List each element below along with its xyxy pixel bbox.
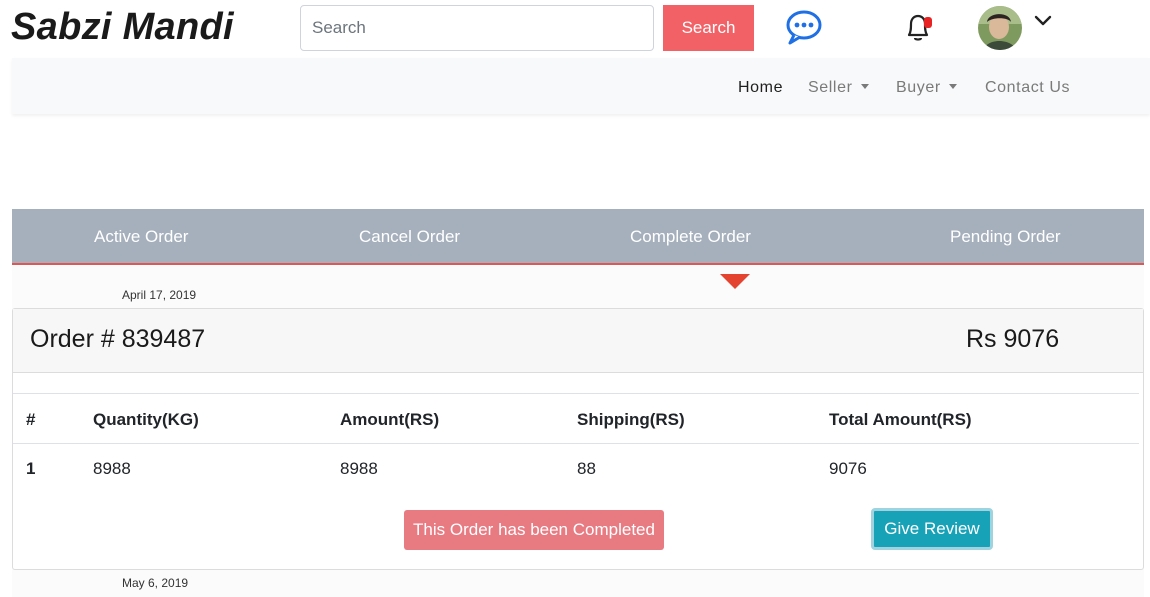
tab-active-order[interactable]: Active Order [94,227,188,247]
nav-buyer-label: Buyer [896,79,941,96]
table-header-border [13,443,1139,444]
tab-cancel-order[interactable]: Cancel Order [359,227,460,247]
active-tab-pointer [720,274,750,289]
search-input[interactable] [300,5,654,51]
column-header: # [26,410,36,429]
bell-icon[interactable] [900,12,936,44]
order-tabs: Active Order Cancel Order Complete Order… [12,209,1144,265]
nav-home-label: Home [738,79,784,96]
table-top-border [13,393,1139,394]
order-date: April 17, 2019 [122,288,197,302]
chat-bubble-icon[interactable] [784,9,824,45]
brand-logo[interactable]: Sabzi Mandi [11,6,234,49]
nav-contact-us[interactable]: Contact Us [985,79,1070,97]
search-button[interactable]: Search [663,5,754,51]
order-completed-status-button[interactable]: This Order has been Completed [404,510,664,550]
order-total: Rs 9076 [966,325,1060,353]
column-header: Amount(RS) [340,410,440,429]
table-cell-amount: 8988 [340,459,378,478]
chevron-down-icon[interactable] [1032,13,1054,29]
order-number: Order # 839487 [30,325,206,353]
nav-home[interactable]: Home [738,79,783,97]
table-cell-index: 1 [26,459,36,478]
caret-down-icon [948,84,957,89]
table-cell-quantity: 8988 [93,459,131,478]
column-header: Total Amount(RS) [829,410,972,429]
nav-seller-dropdown[interactable]: Seller [808,79,869,97]
table-cell-total: 9076 [829,459,867,478]
give-review-button[interactable]: Give Review [871,508,993,550]
nav-seller-label: Seller [808,79,853,96]
tab-pending-order[interactable]: Pending Order [950,227,1061,247]
caret-down-icon [860,84,869,89]
order-card: Order # 839487 Rs 9076 # Quantity(KG) Am… [12,308,1144,570]
top-bar: Sabzi Mandi Search [0,0,1150,58]
main-navbar: Home Seller Buyer Contact Us [12,58,1150,114]
nav-contact-label: Contact Us [985,79,1071,96]
table-cell-shipping: 88 [577,459,596,478]
order-card-header: Order # 839487 Rs 9076 [13,309,1143,373]
user-avatar[interactable] [978,6,1022,50]
nav-buyer-dropdown[interactable]: Buyer [896,79,957,97]
order-date: May 6, 2019 [122,576,189,590]
column-header: Shipping(RS) [577,410,685,429]
column-header: Quantity(KG) [93,410,199,429]
tab-complete-order[interactable]: Complete Order [630,227,751,247]
